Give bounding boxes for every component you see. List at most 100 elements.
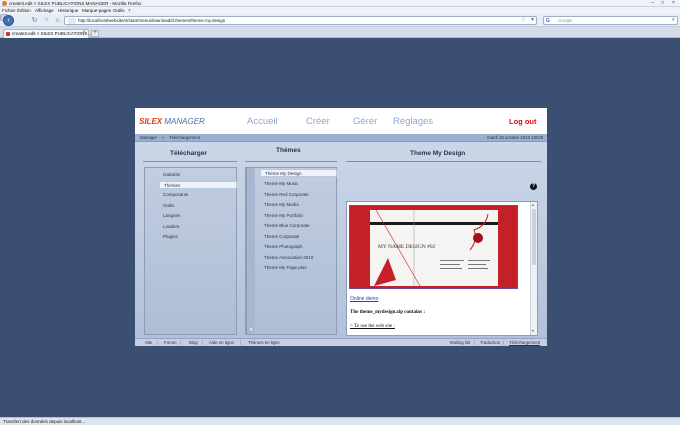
- menu-edition[interactable]: Édition: [17, 8, 31, 13]
- category-themes[interactable]: Thèmes: [159, 181, 237, 189]
- breadcrumb-telechargement[interactable]: Téléchargement: [169, 135, 200, 141]
- download-column-title: Télécharger: [170, 150, 207, 157]
- preview-scrollbar[interactable]: ▴ ▾: [530, 202, 537, 335]
- nav-reglages[interactable]: Réglages: [393, 116, 433, 127]
- screenshot-heading: MY NAME DESIGN #02: [378, 244, 436, 250]
- silex-manager-window: SILEX MANAGER Accueil Créer Gérer Réglag…: [135, 108, 547, 346]
- close-window-icon[interactable]: ×: [670, 1, 677, 6]
- theme-item[interactable]: Theme My Page plus: [260, 264, 337, 272]
- divider: [143, 161, 237, 162]
- menu-marque-pages[interactable]: Marque-pages: [82, 8, 111, 13]
- footer-link-blog[interactable]: Blog: [189, 340, 198, 346]
- category-loaders[interactable]: Loaders: [159, 223, 237, 231]
- theme-screenshot[interactable]: MY NAME DESIGN #02: [349, 205, 518, 289]
- breadcrumb-manager[interactable]: Manager: [140, 135, 157, 141]
- theme-item[interactable]: Theme My Media: [260, 201, 337, 209]
- menu-historique[interactable]: Historique: [58, 8, 78, 13]
- category-plugins[interactable]: Plugins: [159, 233, 237, 241]
- search-placeholder[interactable]: Google: [558, 18, 573, 24]
- menu-outils[interactable]: Outils: [113, 8, 125, 13]
- new-tab-button[interactable]: +: [91, 30, 99, 37]
- breadcrumb-separator: »: [162, 135, 165, 140]
- tab-title[interactable]: create3.edit < SILEX PUBLICATIONS ...: [12, 31, 92, 37]
- theme-item[interactable]: Theme Photograph: [260, 243, 337, 251]
- footer-separator: |: [202, 340, 204, 345]
- firefox-icon: [2, 1, 7, 6]
- browser-chrome: create3.edit < SILEX PUBLICATIONS MANAGE…: [0, 0, 680, 38]
- divider: [346, 161, 541, 162]
- maximize-icon[interactable]: □: [659, 1, 666, 6]
- site-identity-icon[interactable]: [68, 18, 76, 24]
- theme-item[interactable]: Theme Red Corporate: [260, 191, 337, 199]
- browser-tab[interactable]: create3.edit < SILEX PUBLICATIONS ... ×: [3, 29, 92, 38]
- url-dropdown-icon[interactable]: ▾: [531, 17, 534, 24]
- category-outils[interactable]: Outils: [159, 202, 237, 210]
- date-label: mardi 19 octobre 2010 10h25: [487, 135, 544, 140]
- footer-separator: |: [157, 340, 159, 345]
- nav-creer[interactable]: Créer: [306, 116, 330, 127]
- bookmark-star-icon[interactable]: ☆: [521, 17, 526, 24]
- themes-column-title: Thèmes: [276, 147, 301, 154]
- footer-link-telechargement[interactable]: Téléchargement: [509, 340, 540, 346]
- theme-item[interactable]: Theme My Music: [260, 180, 337, 188]
- footer-separator: |: [240, 340, 242, 345]
- menu-affichage[interactable]: Affichage: [35, 8, 54, 13]
- tab-favicon-icon: [6, 32, 10, 36]
- app-header: SILEX MANAGER Accueil Créer Gérer Réglag…: [135, 108, 547, 134]
- scroll-down-arrow-icon[interactable]: ▾: [532, 328, 534, 333]
- theme-item[interactable]: Theme Corporate: [260, 233, 337, 241]
- logout-button[interactable]: Log out: [509, 117, 537, 126]
- status-text: Transfert des données depuis localhost..…: [3, 419, 86, 424]
- footer-link-site[interactable]: Site: [145, 340, 152, 346]
- footer-link-forum[interactable]: Forum: [164, 340, 176, 346]
- online-demo-link[interactable]: Online demo: [350, 296, 378, 302]
- footer-link-mailing[interactable]: Mailing list: [450, 340, 470, 346]
- footer-separator: |: [180, 340, 182, 345]
- url-bar[interactable]: http://localhost/website/4/start/menu/do…: [64, 16, 537, 25]
- footer-separator: |: [474, 340, 476, 345]
- title-bar: create3.edit < SILEX PUBLICATIONS MANAGE…: [0, 0, 680, 7]
- google-icon[interactable]: G: [546, 18, 550, 24]
- use-website-link[interactable]: > To use the web site :: [350, 324, 395, 329]
- silex-logo: SILEX MANAGER: [139, 117, 205, 126]
- main-content: Télécharger Thèmes Theme My Design ? Gab…: [135, 142, 547, 338]
- reload-icon[interactable]: ↻: [30, 16, 39, 25]
- category-composants[interactable]: Composants: [159, 191, 237, 199]
- category-langues[interactable]: Langues: [159, 212, 237, 220]
- back-button[interactable]: ‹: [3, 15, 14, 26]
- theme-detail-title: Theme My Design: [410, 150, 466, 157]
- home-icon[interactable]: ⌂: [53, 16, 62, 25]
- logo-manager-text: MANAGER: [164, 117, 205, 126]
- category-gabarits[interactable]: Gabarits: [159, 171, 237, 179]
- help-icon[interactable]: ?: [530, 183, 537, 190]
- logo-silex-text: SILEX: [139, 117, 163, 126]
- theme-item[interactable]: Theme My Portfolio: [260, 212, 337, 220]
- close-tab-icon[interactable]: ×: [82, 30, 86, 37]
- search-icon[interactable]: ⌕: [672, 17, 675, 24]
- theme-list: Theme My Design Theme My Music Theme Red…: [245, 167, 337, 335]
- menu-fichier[interactable]: Fichier: [2, 8, 16, 13]
- stop-icon[interactable]: ✕: [42, 16, 51, 25]
- theme-item[interactable]: Theme Association 2010: [260, 254, 337, 262]
- theme-list-scrollbar[interactable]: [246, 168, 255, 334]
- minimize-icon[interactable]: –: [649, 1, 656, 6]
- scroll-down-icon[interactable]: ▾: [250, 327, 253, 333]
- navigation-toolbar: ‹ ▾ ↻ ✕ ⌂ http://localhost/website/4/sta…: [0, 14, 680, 27]
- url-text[interactable]: http://localhost/website/4/start/menu/do…: [78, 18, 225, 24]
- nav-gerer[interactable]: Gérer: [353, 116, 377, 127]
- scroll-up-icon[interactable]: ▴: [532, 202, 534, 207]
- menu-help[interactable]: ?: [128, 8, 131, 13]
- menu-bar: Fichier Édition Affichage Historique Mar…: [0, 7, 680, 14]
- search-box[interactable]: G Google ⌕: [543, 16, 678, 25]
- theme-item[interactable]: Theme My Design: [260, 169, 337, 177]
- theme-item[interactable]: Theme Blue Corporate: [260, 222, 337, 230]
- footer-link-themes[interactable]: Thèmes en ligne: [248, 340, 280, 346]
- category-list: Gabarits Thèmes Composants Outils Langue…: [144, 167, 237, 335]
- footer-link-traduction[interactable]: Traduction: [480, 340, 500, 346]
- footer-link-aide[interactable]: Aide en ligne: [209, 340, 234, 346]
- scroll-thumb[interactable]: [532, 209, 536, 265]
- nav-accueil[interactable]: Accueil: [247, 116, 278, 127]
- breadcrumb: Manager » Téléchargement mardi 19 octobr…: [135, 134, 547, 142]
- app-footer: Site | Forum | Blog | Aide en ligne | Th…: [135, 338, 547, 346]
- theme-preview-panel: MY NAME DESIGN #02 Online demo The theme…: [346, 201, 538, 336]
